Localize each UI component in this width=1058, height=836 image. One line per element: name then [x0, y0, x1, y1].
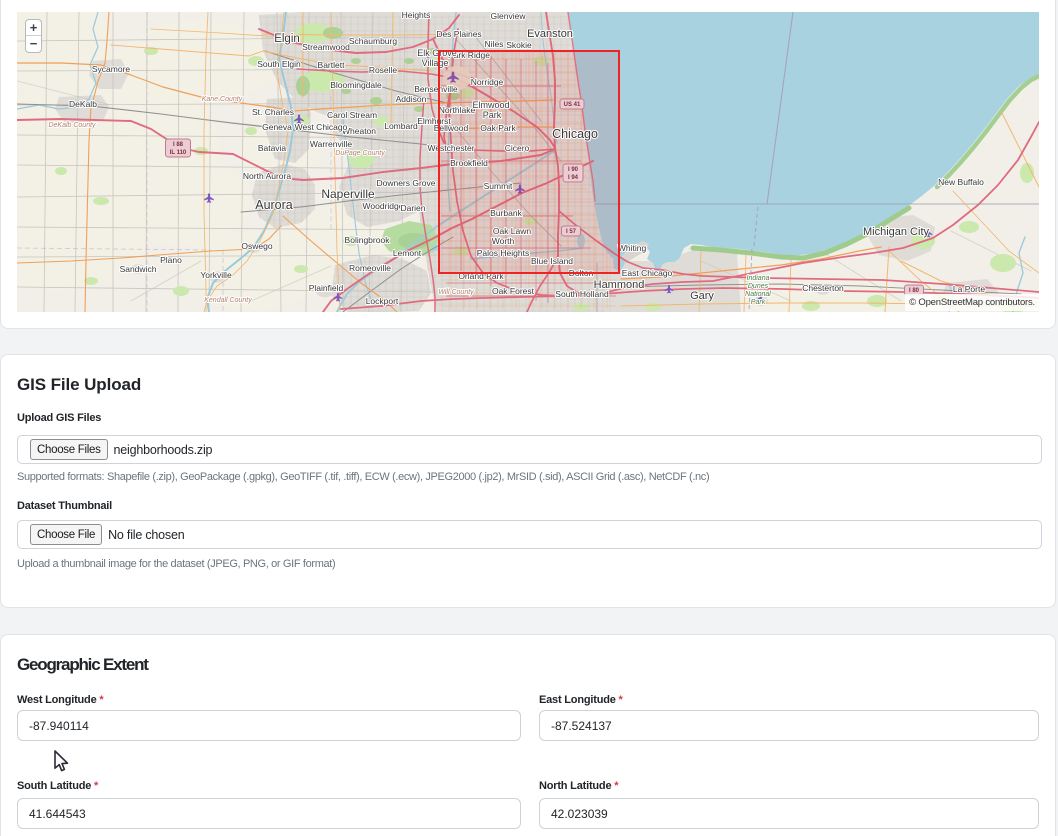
svg-text:Summit: Summit	[484, 181, 513, 191]
svg-text:Westchester: Westchester	[427, 143, 474, 153]
svg-text:Michigan City: Michigan City	[863, 226, 930, 238]
svg-text:Addison: Addison	[396, 94, 427, 104]
svg-text:Park: Park	[751, 299, 766, 306]
svg-text:Geneva: Geneva	[262, 122, 292, 132]
svg-text:Lombard: Lombard	[384, 121, 418, 131]
svg-text:Bloomingdale: Bloomingdale	[330, 80, 382, 90]
svg-text:I 80: I 80	[909, 288, 920, 294]
svg-text:Sandwich: Sandwich	[120, 264, 157, 274]
svg-text:New Buffalo: New Buffalo	[938, 177, 984, 187]
svg-text:Oak Forest: Oak Forest	[492, 286, 535, 296]
svg-text:Downers Grove: Downers Grove	[376, 178, 435, 188]
svg-text:Yorkville: Yorkville	[200, 270, 232, 280]
svg-text:DeKalb County: DeKalb County	[48, 122, 96, 129]
svg-text:Park: Park	[483, 110, 502, 120]
svg-text:Indiana: Indiana	[747, 275, 770, 282]
svg-text:Oswego: Oswego	[241, 241, 272, 251]
svg-text:Kendall County: Kendall County	[204, 297, 252, 304]
svg-text:Oak Lawn: Oak Lawn	[493, 226, 532, 236]
svg-text:Roselle: Roselle	[369, 65, 398, 75]
svg-text:South Elgin: South Elgin	[257, 59, 301, 69]
svg-text:La Porte: La Porte	[953, 284, 985, 294]
svg-text:Cicero: Cicero	[505, 143, 530, 153]
svg-text:Bensenville: Bensenville	[414, 84, 458, 94]
svg-text:DuPage County: DuPage County	[335, 150, 385, 157]
svg-text:Hammond: Hammond	[594, 279, 645, 291]
svg-text:Niles: Niles	[485, 39, 504, 49]
svg-text:Romeoville: Romeoville	[349, 263, 391, 273]
svg-text:Aurora: Aurora	[255, 198, 293, 212]
svg-text:I 88: I 88	[173, 142, 184, 148]
svg-text:Heights: Heights	[402, 12, 431, 20]
svg-text:I 94: I 94	[568, 175, 579, 181]
svg-text:Palos Heights: Palos Heights	[477, 248, 529, 258]
svg-text:Bartlett: Bartlett	[318, 60, 346, 70]
svg-text:Whiting: Whiting	[618, 243, 647, 253]
svg-text:North Aurora: North Aurora	[243, 171, 291, 181]
svg-text:Gary: Gary	[690, 290, 714, 302]
svg-text:Elk Grove: Elk Grove	[417, 48, 457, 58]
svg-text:IL 110: IL 110	[170, 150, 187, 156]
svg-text:Kane County: Kane County	[202, 96, 243, 103]
svg-text:Des Plaines: Des Plaines	[436, 29, 481, 39]
svg-text:Streamwood: Streamwood	[302, 42, 350, 52]
svg-text:Warrenville: Warrenville	[310, 139, 352, 149]
svg-text:I 90: I 90	[568, 167, 579, 173]
svg-text:Glenview: Glenview	[491, 12, 527, 21]
svg-text:Chicago: Chicago	[552, 127, 598, 141]
svg-text:Chesterton: Chesterton	[802, 283, 844, 293]
svg-text:West Chicago: West Chicago	[295, 122, 348, 132]
svg-text:Dunes: Dunes	[748, 283, 769, 290]
svg-text:Lockport: Lockport	[366, 296, 399, 306]
svg-text:Plano: Plano	[160, 255, 182, 265]
svg-text:Worth: Worth	[492, 236, 515, 246]
svg-text:Will County: Will County	[438, 289, 474, 296]
svg-text:Evanston: Evanston	[527, 28, 573, 40]
svg-text:Lemont: Lemont	[393, 248, 422, 258]
svg-text:Carol Stream: Carol Stream	[327, 110, 377, 120]
svg-text:Brookfield: Brookfield	[450, 158, 488, 168]
svg-text:Northlake: Northlake	[439, 105, 476, 115]
svg-text:Naperville: Naperville	[321, 187, 375, 201]
svg-text:National: National	[745, 291, 771, 298]
svg-text:Schaumburg: Schaumburg	[349, 36, 397, 46]
svg-text:Burbank: Burbank	[490, 208, 522, 218]
svg-text:US 41: US 41	[564, 102, 581, 108]
svg-text:Oak Park: Oak Park	[480, 123, 516, 133]
svg-text:East Chicago: East Chicago	[622, 268, 673, 278]
svg-text:Skokie: Skokie	[506, 40, 532, 50]
svg-text:Village: Village	[422, 58, 449, 68]
svg-text:Norridge: Norridge	[471, 77, 504, 87]
svg-text:Elmwood: Elmwood	[472, 100, 509, 110]
svg-text:Elgin: Elgin	[274, 33, 300, 45]
svg-text:Bolingbrook: Bolingbrook	[345, 235, 391, 245]
svg-text:St. Charles: St. Charles	[252, 107, 294, 117]
svg-text:Woodridge: Woodridge	[363, 201, 404, 211]
svg-text:Blue Island: Blue Island	[531, 256, 573, 266]
svg-text:I 57: I 57	[566, 229, 577, 235]
svg-text:DeKalb: DeKalb	[69, 99, 97, 109]
svg-text:Batavia: Batavia	[258, 143, 287, 153]
svg-text:Sycamore: Sycamore	[92, 64, 131, 74]
svg-text:Plainfield: Plainfield	[309, 283, 344, 293]
svg-text:Darien: Darien	[400, 203, 425, 213]
